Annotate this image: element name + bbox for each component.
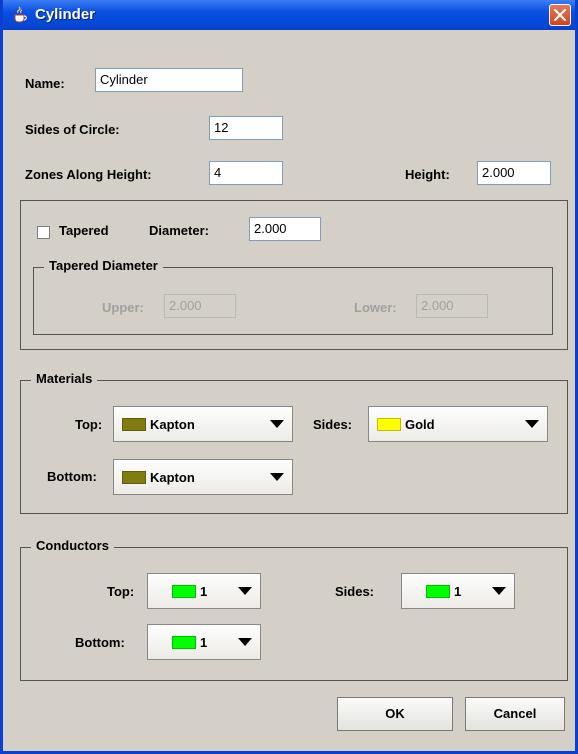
close-button[interactable] <box>549 4 571 26</box>
sides-of-circle-label: Sides of Circle: <box>25 122 120 137</box>
conductor-sides-label: Sides: <box>335 584 375 599</box>
diameter-label: Diameter: <box>149 223 209 238</box>
materials-title: Materials <box>31 371 98 386</box>
upper-field[interactable]: 2.000 <box>164 294 236 318</box>
material-top-label: Top: <box>75 417 103 432</box>
chevron-down-icon <box>525 420 539 428</box>
chevron-down-icon <box>270 473 284 481</box>
conductor-bottom-label: Bottom: <box>75 635 125 650</box>
material-bottom-label: Bottom: <box>47 469 97 484</box>
conductor-top-value: 1 <box>200 584 208 599</box>
sides-of-circle-field[interactable]: 12 <box>209 116 283 140</box>
conductor-color-swatch <box>172 636 196 649</box>
conductors-title: Conductors <box>31 538 114 553</box>
cancel-button[interactable]: Cancel <box>465 697 565 731</box>
name-label: Name: <box>25 76 65 91</box>
conductor-top-dropdown[interactable]: 1 <box>147 573 261 609</box>
height-field[interactable]: 2.000 <box>477 161 551 185</box>
zones-along-height-field[interactable]: 4 <box>209 161 283 185</box>
title-bar[interactable]: Cylinder <box>3 0 575 30</box>
material-bottom-value: Kapton <box>150 470 195 485</box>
conductor-color-swatch <box>426 585 450 598</box>
material-color-swatch <box>377 418 401 431</box>
material-top-dropdown[interactable]: Kapton <box>113 406 293 442</box>
materials-group: Materials Top: Kapton Sides: Gold Bottom… <box>20 371 568 514</box>
conductor-top-label: Top: <box>107 584 135 599</box>
chevron-down-icon <box>270 420 284 428</box>
upper-label: Upper: <box>102 300 144 315</box>
conductor-sides-dropdown[interactable]: 1 <box>401 573 515 609</box>
zones-along-height-label: Zones Along Height: <box>25 167 152 182</box>
material-color-swatch <box>122 471 146 484</box>
conductors-group: Conductors Top: 1 Sides: 1 Bottom: 1 <box>20 538 568 681</box>
material-sides-dropdown[interactable]: Gold <box>368 406 548 442</box>
chevron-down-icon <box>238 638 252 646</box>
tapered-diameter-group: Tapered Diameter Upper: 2.000 Lower: 2.0… <box>33 258 553 335</box>
cylinder-dialog: Cylinder Name: Cylinder Sides of Circle:… <box>0 0 578 754</box>
material-top-value: Kapton <box>150 417 195 432</box>
conductor-bottom-dropdown[interactable]: 1 <box>147 624 261 660</box>
conductor-color-swatch <box>172 585 196 598</box>
window-title: Cylinder <box>35 6 96 23</box>
material-sides-value: Gold <box>405 417 435 432</box>
chevron-down-icon <box>238 587 252 595</box>
lower-label: Lower: <box>354 300 397 315</box>
material-bottom-dropdown[interactable]: Kapton <box>113 459 293 495</box>
conductor-sides-value: 1 <box>454 584 462 599</box>
diameter-field[interactable]: 2.000 <box>249 217 321 241</box>
height-label: Height: <box>405 167 450 182</box>
taper-panel: Tapered Diameter: 2.000 Tapered Diameter… <box>20 200 568 350</box>
close-x-icon <box>553 8 567 22</box>
chevron-down-icon <box>492 587 506 595</box>
material-color-swatch <box>122 418 146 431</box>
conductor-bottom-value: 1 <box>200 635 208 650</box>
tapered-checkbox[interactable] <box>37 226 50 239</box>
tapered-label[interactable]: Tapered <box>59 223 109 238</box>
lower-field[interactable]: 2.000 <box>416 294 488 318</box>
tapered-diameter-title: Tapered Diameter <box>44 258 163 273</box>
material-sides-label: Sides: <box>313 417 353 432</box>
name-field[interactable]: Cylinder <box>95 68 243 92</box>
ok-button[interactable]: OK <box>337 697 453 731</box>
java-cup-icon <box>11 6 29 24</box>
